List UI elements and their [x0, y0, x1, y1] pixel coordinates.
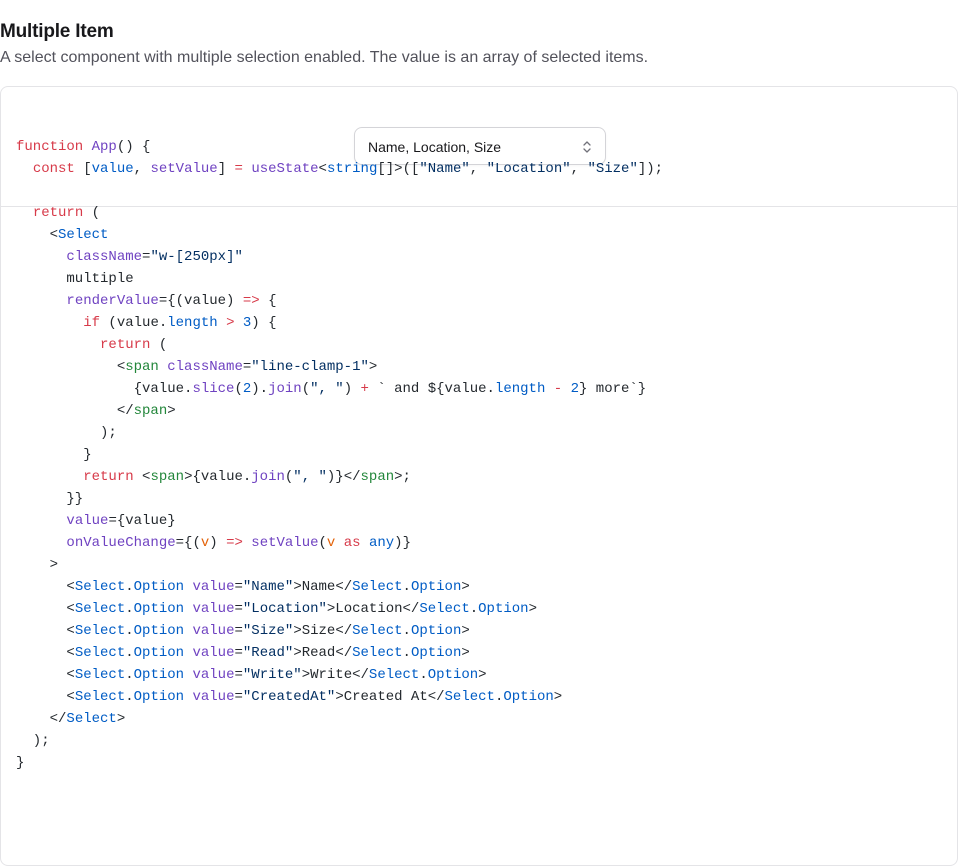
section-title: Multiple Item — [0, 20, 114, 42]
code-block: function App() { const [value, setValue]… — [16, 136, 663, 774]
section-description: A select component with multiple selecti… — [0, 49, 649, 66]
code-content: function App() { const [value, setValue]… — [16, 139, 664, 771]
